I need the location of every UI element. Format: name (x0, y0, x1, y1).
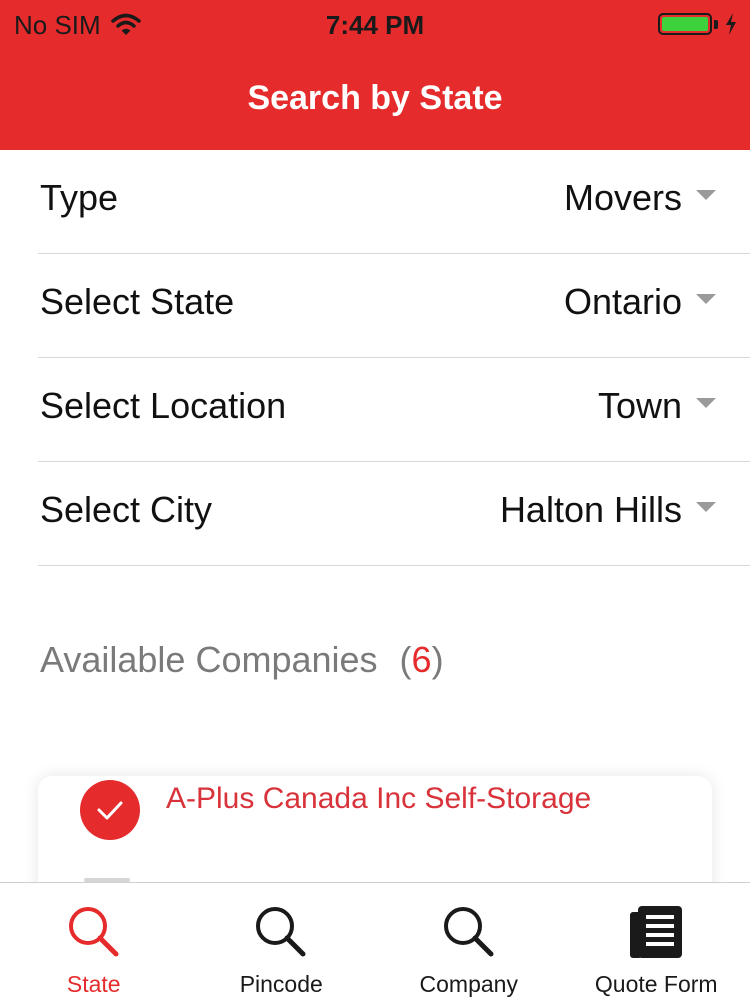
checkmark-icon[interactable] (80, 780, 140, 840)
city-label: Select City (40, 489, 213, 530)
tab-quote-form-label: Quote Form (594, 971, 718, 997)
state-value[interactable]: Ontario (564, 280, 682, 324)
type-dropdown[interactable]: Type Movers (38, 150, 750, 254)
status-time: 7:44 PM (325, 10, 425, 40)
document-icon (626, 901, 686, 963)
type-label: Type (40, 177, 119, 218)
app-header: No SIM 7:44 PM Search by State (0, 0, 750, 150)
tab-company[interactable]: Company (375, 883, 563, 1000)
close-paren: ) (431, 639, 444, 680)
battery-icon (658, 13, 712, 35)
search-icon (439, 901, 499, 963)
tab-pincode-label: Pincode (239, 971, 323, 997)
caret-down-icon[interactable] (696, 502, 716, 512)
location-label: Select Location (40, 385, 287, 426)
tab-pincode[interactable]: Pincode (188, 883, 376, 1000)
bottom-tab-bar: State Pincode Company Quote Form (0, 882, 750, 1000)
tab-company-label: Company (419, 971, 518, 997)
page-title: Search by State (247, 79, 503, 117)
caret-down-icon[interactable] (696, 398, 716, 408)
state-dropdown[interactable]: Select State Ontario (38, 254, 750, 358)
charging-bolt-icon (724, 12, 738, 41)
city-dropdown[interactable]: Select City Halton Hills (38, 462, 750, 566)
tab-quote-form[interactable]: Quote Form (563, 883, 750, 1000)
available-companies-label: Available Companies (40, 639, 378, 680)
battery-cap (714, 20, 718, 29)
available-companies-heading: Available Companies (6) (40, 638, 444, 682)
status-bar: No SIM 7:44 PM (0, 0, 750, 50)
tab-state[interactable]: State (0, 883, 188, 1000)
caret-down-icon[interactable] (696, 190, 716, 200)
open-paren: ( (399, 639, 412, 680)
company-count: 6 (411, 639, 432, 680)
battery-level (662, 17, 708, 31)
search-form: Type Movers Select State Ontario Select … (0, 150, 750, 566)
location-dropdown[interactable]: Select Location Town (38, 358, 750, 462)
state-label: Select State (40, 281, 235, 322)
type-value[interactable]: Movers (564, 176, 682, 220)
location-value[interactable]: Town (598, 384, 682, 428)
count-badge: (6) (400, 639, 444, 680)
tab-state-label: State (66, 971, 121, 997)
search-icon (64, 901, 124, 963)
caret-down-icon[interactable] (696, 294, 716, 304)
city-value[interactable]: Halton Hills (500, 488, 682, 532)
company-name[interactable]: A-Plus Canada Inc Self-Storage (166, 779, 591, 819)
search-icon (251, 901, 311, 963)
